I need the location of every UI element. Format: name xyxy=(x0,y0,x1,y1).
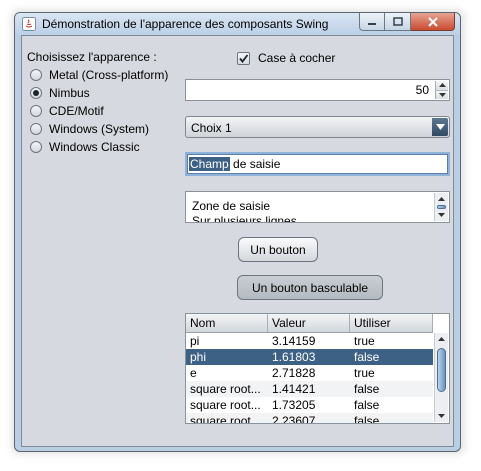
text-area-line: Sur plusieurs lignes xyxy=(192,214,297,223)
table-cell: 2.23607 xyxy=(272,414,316,424)
choice-combobox[interactable]: Choix 1 xyxy=(185,116,450,138)
scroll-thumb[interactable] xyxy=(437,348,446,392)
table-row[interactable]: square root... 1.73205 false xyxy=(186,397,433,413)
selected-text: Champ xyxy=(189,157,230,171)
radio-label: Nimbus xyxy=(49,86,90,100)
title-bar[interactable]: Démonstration de l'apparence des composa… xyxy=(15,13,460,35)
table-row[interactable]: e 2.71828 true xyxy=(186,365,433,381)
radio-button-selected[interactable] xyxy=(30,87,42,99)
checkmark-icon xyxy=(239,53,249,63)
app-window: Démonstration de l'apparence des composa… xyxy=(14,12,461,452)
scroll-up-button[interactable] xyxy=(435,193,448,205)
chevron-up-icon xyxy=(438,83,446,88)
table-cell: square root... xyxy=(190,414,261,424)
table-scrollbar[interactable] xyxy=(434,333,448,422)
scroll-up-button[interactable] xyxy=(435,333,448,345)
text-field-value: de saisie xyxy=(229,157,281,171)
close-icon xyxy=(427,16,438,27)
radio-label: CDE/Motif xyxy=(49,104,104,118)
text-area-line: Zone de saisie xyxy=(192,199,271,213)
close-button[interactable] xyxy=(411,13,455,31)
table-cell: true xyxy=(354,366,375,380)
table-header: Nom Valeur Utiliser xyxy=(186,314,433,333)
table-cell: false xyxy=(354,414,380,424)
combobox-value: Choix 1 xyxy=(191,121,232,135)
spinner-value: 50 xyxy=(415,83,429,97)
column-header-valeur[interactable]: Valeur xyxy=(268,314,350,332)
radio-label: Windows (System) xyxy=(49,122,150,136)
chevron-down-icon xyxy=(438,414,445,418)
plain-button[interactable]: Un bouton xyxy=(238,237,318,262)
java-app-icon xyxy=(22,17,36,31)
radio-label: Metal (Cross-platform) xyxy=(49,68,169,82)
table-cell: phi xyxy=(190,350,207,364)
radio-cde-motif[interactable]: CDE/Motif xyxy=(30,103,104,119)
table-cell: pi xyxy=(190,334,200,348)
text-area[interactable]: Zone de saisie Sur plusieurs lignes xyxy=(185,191,450,223)
radio-button[interactable] xyxy=(30,69,42,81)
text-field[interactable]: Champ de saisie xyxy=(185,152,450,176)
chevron-down-icon xyxy=(438,213,445,217)
content-panel: Choisissez l'apparence : Metal (Cross-pl… xyxy=(21,35,454,447)
table-cell: 1.61803 xyxy=(272,350,316,364)
column-header-nom[interactable]: Nom xyxy=(186,314,268,332)
table-cell: false xyxy=(354,350,380,364)
table-row[interactable]: square root... 1.41421 false xyxy=(186,381,433,397)
combobox-arrow-button[interactable] xyxy=(432,118,448,136)
radio-windows-classic[interactable]: Windows Classic xyxy=(30,139,140,155)
number-spinner[interactable]: 50 xyxy=(185,79,450,101)
radio-nimbus[interactable]: Nimbus xyxy=(30,85,90,101)
minimize-icon xyxy=(368,22,376,25)
chevron-up-icon xyxy=(438,337,445,341)
maximize-icon xyxy=(392,17,403,26)
table-cell: square root... xyxy=(190,398,261,412)
scroll-down-button[interactable] xyxy=(435,410,448,422)
table-row[interactable]: phi 1.61803 false xyxy=(186,349,433,365)
radio-windows-system[interactable]: Windows (System) xyxy=(30,121,149,137)
radio-label: Windows Classic xyxy=(49,140,140,154)
lookandfeel-heading: Choisissez l'apparence : xyxy=(27,50,157,64)
table-row[interactable]: pi 3.14159 true xyxy=(186,333,433,349)
minimize-button[interactable] xyxy=(359,13,385,31)
chevron-up-icon xyxy=(438,197,445,201)
table-cell: e xyxy=(190,366,197,380)
table-cell: false xyxy=(354,382,380,396)
radio-button[interactable] xyxy=(30,141,42,153)
table-cell: true xyxy=(354,334,375,348)
checkbox-row[interactable]: Case à cocher xyxy=(237,51,335,65)
column-header-utiliser[interactable]: Utiliser xyxy=(350,314,433,332)
table-cell: false xyxy=(354,398,380,412)
window-title: Démonstration de l'apparence des composa… xyxy=(42,17,329,31)
radio-button[interactable] xyxy=(30,123,42,135)
chevron-down-icon xyxy=(435,124,445,130)
values-table: Nom Valeur Utiliser pi 3.14159 true phi 1.61… xyxy=(185,313,450,424)
table-cell: 1.41421 xyxy=(272,382,316,396)
table-cell: 1.73205 xyxy=(272,398,316,412)
scroll-down-button[interactable] xyxy=(435,209,448,221)
spinner-up-button[interactable] xyxy=(436,81,448,90)
checkbox-label: Case à cocher xyxy=(258,51,336,65)
table-cell: square root... xyxy=(190,382,261,396)
table-cell: 2.71828 xyxy=(272,366,316,380)
text-area-scrollbar[interactable] xyxy=(434,193,448,221)
checkbox[interactable] xyxy=(237,51,250,65)
table-cell: 3.14159 xyxy=(272,334,316,348)
toggle-button[interactable]: Un bouton basculable xyxy=(237,275,383,300)
radio-button[interactable] xyxy=(30,105,42,117)
chevron-down-icon xyxy=(438,92,446,97)
spinner-down-button[interactable] xyxy=(436,89,448,99)
maximize-button[interactable] xyxy=(385,13,411,31)
radio-metal[interactable]: Metal (Cross-platform) xyxy=(30,67,168,83)
table-row[interactable]: square root... 2.23607 false xyxy=(186,413,433,424)
